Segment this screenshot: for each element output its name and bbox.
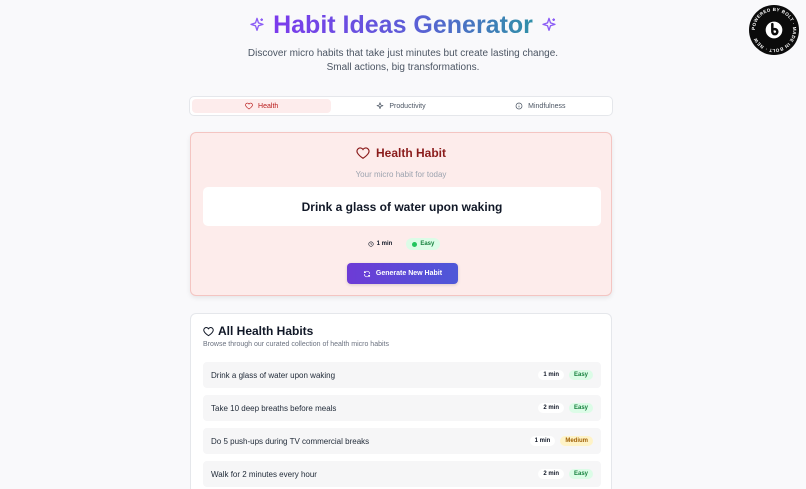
time-badge: 1 min — [538, 370, 564, 380]
habit-text: Take 10 deep breaths before meals — [211, 403, 337, 413]
habits-list: Drink a glass of water upon waking 1 min… — [203, 362, 601, 489]
heart-icon — [356, 147, 370, 159]
time-badge: 2 min — [538, 403, 564, 413]
sparkle-icon — [542, 17, 556, 31]
habit-card-title: Health Habit — [375, 146, 446, 160]
habit-card-header: Health Habit — [191, 146, 611, 160]
difficulty-badge: Easy — [568, 370, 593, 380]
badge-text: POWERED BY BOLT · MADE IN BOLT · NEW — [751, 7, 797, 53]
habit-text: Walk for 2 minutes every hour — [211, 469, 317, 479]
heart-icon — [203, 326, 214, 336]
tab-label: Health — [258, 102, 279, 110]
time-badge: 1 min — [362, 238, 399, 250]
list-title: All Health Habits — [218, 324, 314, 338]
refresh-icon — [363, 270, 370, 277]
habits-list-card: All Health Habits Browse through our cur… — [190, 313, 612, 489]
habit-text: Drink a glass of water upon waking — [211, 370, 336, 380]
tab-mindfulness[interactable]: Mindfulness — [471, 99, 610, 113]
habit-card-subtitle: Your micro habit for today — [355, 170, 447, 179]
svg-text:POWERED BY BOLT · MADE IN BOLT: POWERED BY BOLT · MADE IN BOLT · NEW — [751, 7, 797, 53]
tab-label: Mindfulness — [528, 102, 566, 110]
bolt-badge[interactable]: POWERED BY BOLT · MADE IN BOLT · NEW — [749, 5, 799, 55]
generate-new-habit-button[interactable]: Generate New Habit — [347, 263, 458, 284]
page-title-text: Habit Ideas Generator — [273, 11, 533, 39]
clock-icon — [368, 241, 374, 247]
page-subtitle: Discover micro habits that take just min… — [247, 48, 559, 73]
list-subtitle: Browse through our curated collection of… — [203, 341, 389, 348]
time-value: 1 min — [376, 241, 393, 247]
tab-health[interactable]: Health — [192, 99, 332, 113]
difficulty-badge: Easy — [568, 403, 593, 413]
badge-ring-text: POWERED BY BOLT · MADE IN BOLT · NEW — [751, 7, 797, 53]
sparkle-icon — [377, 102, 384, 110]
category-tabs: Health Productivity Mindfulness — [189, 96, 613, 116]
list-item[interactable]: Drink a glass of water upon waking 1 min… — [203, 362, 601, 388]
list-header: All Health Habits — [203, 324, 313, 338]
page-title: Habit Ideas Generator — [249, 10, 557, 40]
tab-label: Productivity — [389, 102, 426, 110]
habit-meta: 1 min Easy — [191, 238, 611, 250]
current-habit: Drink a glass of water upon waking — [203, 187, 601, 226]
list-item[interactable]: Walk for 2 minutes every hour 2 min Easy — [203, 461, 601, 487]
habit-card: Health Habit Your micro habit for today … — [190, 132, 612, 296]
generate-button-label: Generate New Habit — [375, 270, 443, 277]
difficulty-badge: Medium — [560, 436, 593, 446]
list-item[interactable]: Do 5 push-ups during TV commercial break… — [203, 428, 601, 454]
sparkle-icon — [250, 17, 264, 31]
difficulty-dot-icon — [412, 241, 418, 247]
time-badge: 2 min — [538, 469, 564, 479]
difficulty-value: Easy — [420, 241, 435, 247]
info-icon — [515, 102, 523, 110]
list-item[interactable]: Take 10 deep breaths before meals 2 min … — [203, 395, 601, 421]
time-badge: 1 min — [529, 436, 556, 446]
page-header: Habit Ideas Generator Discover micro hab… — [0, 0, 806, 75]
tab-productivity[interactable]: Productivity — [331, 99, 470, 113]
difficulty-badge: Easy — [406, 238, 441, 250]
habit-text: Do 5 push-ups during TV commercial break… — [211, 436, 370, 446]
heart-icon — [245, 102, 253, 110]
difficulty-badge: Easy — [568, 469, 593, 479]
